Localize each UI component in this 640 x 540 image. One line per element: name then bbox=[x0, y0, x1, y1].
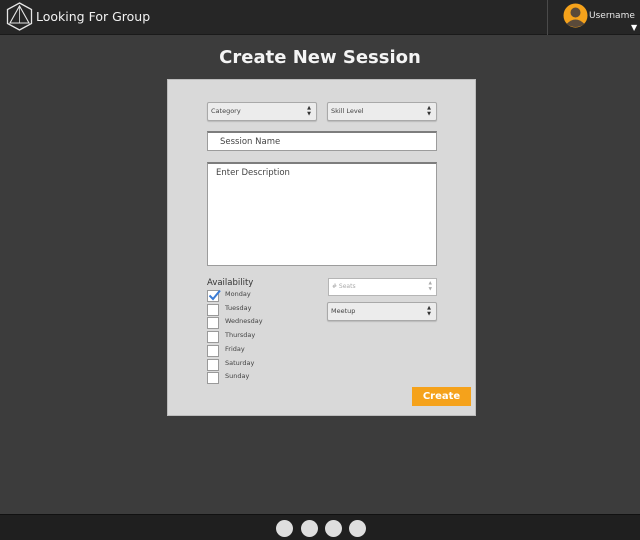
skill-level-select-value: Skill Level bbox=[331, 107, 364, 115]
day-checkbox[interactable] bbox=[207, 317, 219, 330]
create-session-form: Category ▲ ▼ Skill Level ▲ ▼ Session Name … bbox=[167, 79, 476, 416]
description-placeholder: Enter Description bbox=[216, 168, 290, 178]
create-button[interactable]: Create bbox=[412, 387, 471, 406]
day-checkbox[interactable] bbox=[207, 344, 219, 357]
select-arrows-icon: ▲ ▼ bbox=[307, 105, 311, 117]
day-label: Thursday bbox=[225, 331, 256, 340]
chevron-down-icon[interactable]: ▼ bbox=[631, 24, 637, 32]
select-arrows-icon: ▲ ▼ bbox=[427, 105, 431, 117]
availability-day-row[interactable]: Saturday bbox=[207, 358, 327, 373]
page-dot[interactable] bbox=[325, 520, 342, 537]
availability-day-row[interactable]: Wednesday bbox=[207, 317, 327, 331]
availability-day-row[interactable]: Sunday bbox=[207, 372, 327, 386]
day-checkbox[interactable] bbox=[207, 303, 219, 316]
app-title[interactable]: Looking For Group bbox=[36, 9, 150, 24]
day-checkbox[interactable] bbox=[207, 372, 219, 385]
user-menu[interactable]: Username ▼ bbox=[547, 0, 640, 35]
availability-label: Availability bbox=[207, 278, 254, 288]
availability-day-row[interactable]: Tuesday bbox=[207, 303, 327, 318]
username-label[interactable]: Username bbox=[589, 11, 635, 21]
day-label: Monday bbox=[225, 290, 251, 298]
page-title: Create New Session bbox=[219, 47, 421, 68]
day-label: Wednesday bbox=[225, 317, 263, 326]
description-textarea[interactable]: Enter Description bbox=[207, 162, 437, 266]
seats-placeholder: # Seats bbox=[332, 283, 356, 290]
footer-bar bbox=[0, 514, 640, 540]
checkmark-icon bbox=[208, 289, 221, 301]
seats-input[interactable]: # Seats ▲ ▼ bbox=[328, 278, 437, 296]
day-label: Saturday bbox=[225, 358, 255, 367]
category-select[interactable]: Category ▲ ▼ bbox=[207, 102, 317, 121]
session-name-input[interactable]: Session Name bbox=[207, 131, 437, 151]
top-bar: Looking For Group Username ▼ bbox=[0, 0, 640, 35]
page-dot[interactable] bbox=[349, 520, 366, 537]
page-dot[interactable] bbox=[276, 520, 293, 537]
availability-day-row[interactable]: Monday bbox=[207, 289, 327, 304]
select-arrows-icon: ▲ ▼ bbox=[427, 305, 431, 317]
day-label: Sunday bbox=[225, 372, 250, 381]
day-label: Tuesday bbox=[225, 303, 252, 312]
spinner-arrows-icon[interactable]: ▲ ▼ bbox=[429, 281, 432, 293]
hexagon-logo-icon[interactable] bbox=[6, 2, 33, 31]
meeting-type-select-value: Meetup bbox=[331, 307, 356, 315]
day-checkbox[interactable] bbox=[207, 358, 219, 371]
availability-day-row[interactable]: Thursday bbox=[207, 331, 327, 345]
availability-day-row[interactable]: Friday bbox=[207, 344, 327, 359]
session-name-placeholder: Session Name bbox=[220, 137, 281, 147]
category-select-value: Category bbox=[211, 107, 241, 115]
skill-level-select[interactable]: Skill Level ▲ ▼ bbox=[327, 102, 437, 121]
meeting-type-select[interactable]: Meetup ▲ ▼ bbox=[327, 302, 437, 321]
user-avatar-icon[interactable] bbox=[563, 3, 588, 28]
day-checkbox[interactable] bbox=[207, 289, 221, 302]
page-dot[interactable] bbox=[301, 520, 318, 537]
day-label: Friday bbox=[225, 344, 245, 353]
day-checkbox[interactable] bbox=[207, 331, 219, 344]
